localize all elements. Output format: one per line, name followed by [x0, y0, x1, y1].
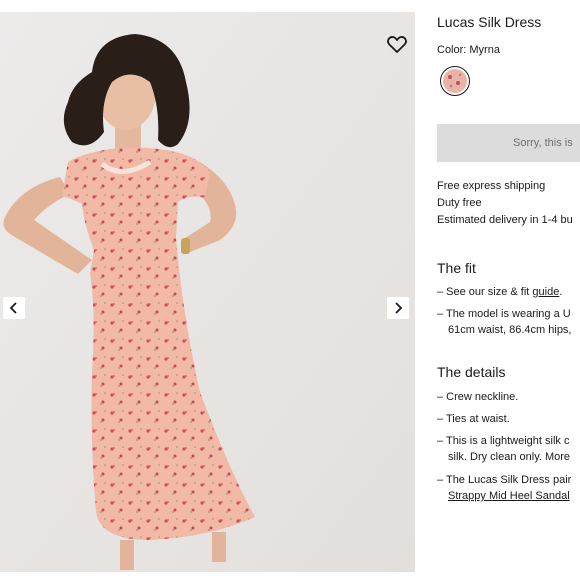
fit-item-size-guide-period: . — [559, 286, 563, 298]
color-swatch-myrna[interactable] — [440, 66, 470, 96]
fit-item-model-line2: 61cm waist, 86.4cm hips, — [448, 324, 572, 336]
details-item-fabric-line2: silk. Dry clean only. More — [448, 451, 571, 463]
details-item-ties: – Ties at waist. — [437, 413, 510, 425]
product-title: Lucas Silk Dress — [437, 14, 542, 30]
sandal-product-link[interactable]: Strappy Mid Heel Sandal — [437, 488, 571, 504]
heart-outline-icon — [387, 36, 407, 53]
chevron-right-icon — [395, 302, 403, 314]
next-image-button[interactable] — [387, 297, 409, 319]
details-item-neckline: – Crew neckline. — [437, 391, 519, 403]
previous-image-button[interactable] — [3, 297, 25, 319]
product-photo — [0, 12, 415, 572]
product-details-panel: Lucas Silk Dress Color: Myrna Sorry, thi… — [437, 0, 580, 580]
chevron-left-icon — [9, 302, 17, 314]
fit-item-size-guide: – See our size & fit guide. — [437, 284, 562, 300]
details-item-fabric: – This is a lightweight silk c silk. Dry… — [437, 433, 570, 465]
details-item-pairing: – The Lucas Silk Dress pair Strappy Mid … — [437, 472, 571, 504]
swatch-pattern — [443, 69, 467, 93]
shipping-duty-free: Duty free — [437, 197, 482, 209]
shipping-estimated-delivery: Estimated delivery in 1-4 bu — [437, 214, 573, 226]
fit-item-model-line1: – The model is wearing a U — [437, 308, 571, 320]
shipping-free-express: Free express shipping — [437, 180, 546, 192]
details-heading: The details — [437, 364, 506, 380]
details-item-pairing-line1: – The Lucas Silk Dress pair — [437, 474, 572, 486]
fit-item-model: – The model is wearing a U 61cm waist, 8… — [437, 306, 572, 338]
wishlist-button[interactable] — [385, 32, 409, 56]
sold-out-button[interactable]: Sorry, this is — [437, 124, 580, 162]
color-label: Color: Myrna — [437, 44, 500, 56]
fit-heading: The fit — [437, 260, 476, 276]
product-image-gallery[interactable] — [0, 12, 415, 572]
fit-item-size-guide-text: – See our size & fit — [437, 286, 533, 298]
details-item-fabric-line1: – This is a lightweight silk c — [437, 435, 570, 447]
size-guide-link[interactable]: guide — [532, 286, 559, 298]
